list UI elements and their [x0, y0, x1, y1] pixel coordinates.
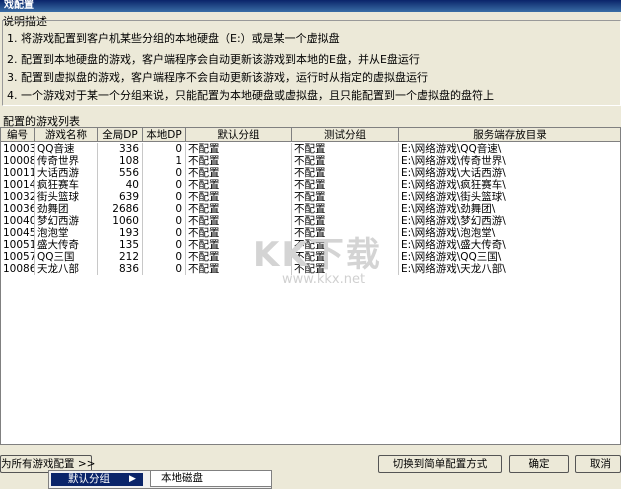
cell-global-dp: 2686: [98, 203, 143, 215]
cell-server-dir: E:\网络游戏\泡泡堂\: [399, 227, 620, 239]
table-row[interactable]: 10040 梦幻西游 1060 0 不配置 不配置 E:\网络游戏\梦幻西游\: [1, 215, 620, 227]
cell-local-dp: 0: [143, 239, 186, 251]
table-row[interactable]: 10008 传奇世界 108 1 不配置 不配置 E:\网络游戏\传奇世界\: [1, 155, 620, 167]
cell-id: 10051: [3, 239, 35, 251]
cell-global-dp: 108: [98, 155, 143, 167]
cell-server-dir: E:\网络游戏\大话西游\: [399, 167, 620, 179]
cell-local-dp: 0: [143, 227, 186, 239]
cell-server-dir: E:\网络游戏\梦幻西游\: [399, 215, 620, 227]
column-header-local-dp[interactable]: 本地DP: [143, 128, 186, 142]
description-line-1: 1. 将游戏配置到客户机某些分组的本地硬盘（E:）或是某一个虚拟盘: [7, 32, 340, 45]
cell-test-group[interactable]: 不配置: [292, 179, 399, 191]
cell-local-dp: 0: [143, 143, 186, 155]
cell-game-name: 传奇世界: [35, 155, 98, 167]
cell-local-dp: 1: [143, 155, 186, 167]
cell-global-dp: 556: [98, 167, 143, 179]
column-header-id[interactable]: 编号: [1, 128, 35, 142]
cell-server-dir: E:\网络游戏\劲舞团\: [399, 203, 620, 215]
table-row[interactable]: 10032 街头篮球 639 0 不配置 不配置 E:\网络游戏\街头篮球\: [1, 191, 620, 203]
column-header-server-dir[interactable]: 服务端存放目录: [399, 128, 620, 142]
cell-id: 10011: [3, 167, 35, 179]
description-line-4: 4. 一个游戏对于某一个分组来说，只能配置为本地硬盘或虚拟盘，且只能配置到一个虚…: [7, 89, 494, 102]
cell-test-group[interactable]: 不配置: [292, 203, 399, 215]
cell-id: 10086: [3, 263, 35, 275]
cell-test-group[interactable]: 不配置: [292, 215, 399, 227]
cell-id: 10014: [3, 179, 35, 191]
cell-game-name: 梦幻西游: [35, 215, 98, 227]
cell-local-dp: 0: [143, 251, 186, 263]
cell-game-name: 街头篮球: [35, 191, 98, 203]
cell-local-dp: 0: [143, 191, 186, 203]
cell-global-dp: 40: [98, 179, 143, 191]
cell-global-dp: 212: [98, 251, 143, 263]
cell-game-name: QQ音速: [35, 143, 98, 155]
cell-global-dp: 836: [98, 263, 143, 275]
column-header-game-name[interactable]: 游戏名称: [35, 128, 98, 142]
watermark-logo: KK下载: [253, 235, 382, 275]
cell-server-dir: E:\网络游戏\天龙八部\: [399, 263, 620, 275]
table-header: 编号 游戏名称 全局DP 本地DP 默认分组 测试分组 服务端存放目录: [1, 128, 620, 142]
column-header-test-group[interactable]: 测试分组: [292, 128, 399, 142]
submenu-item-local-disk[interactable]: 本地磁盘: [150, 470, 272, 487]
cell-game-name: QQ三国: [35, 251, 98, 263]
cell-id: 10008: [3, 155, 35, 167]
cell-test-group[interactable]: 不配置: [292, 155, 399, 167]
cell-local-dp: 0: [143, 179, 186, 191]
cell-local-dp: 0: [143, 215, 186, 227]
cell-game-name: 大话西游: [35, 167, 98, 179]
cell-local-dp: 0: [143, 203, 186, 215]
cell-game-name: 劲舞团: [35, 203, 98, 215]
cell-local-dp: 0: [143, 263, 186, 275]
cell-default-group[interactable]: 不配置: [186, 143, 292, 155]
cell-test-group[interactable]: 不配置: [292, 143, 399, 155]
cell-default-group[interactable]: 不配置: [186, 215, 292, 227]
description-box: 1. 将游戏配置到客户机某些分组的本地硬盘（E:）或是某一个虚拟盘 2. 配置到…: [2, 20, 621, 106]
ok-button[interactable]: 确定: [509, 455, 569, 473]
description-line-2: 2. 配置到本地硬盘的游戏，客户端程序会自动更新该游戏到本地的E盘，并从E盘运行: [7, 53, 420, 66]
cell-server-dir: E:\网络游戏\盛大传奇\: [399, 239, 620, 251]
cell-game-name: 盛大传奇: [35, 239, 98, 251]
cell-local-dp: 0: [143, 167, 186, 179]
cell-test-group[interactable]: 不配置: [292, 191, 399, 203]
cell-game-name: 天龙八部: [35, 263, 98, 275]
description-line-3: 3. 配置到虚拟盘的游戏，客户端程序不会自动更新该游戏，运行时从指定的虚拟盘运行: [7, 71, 428, 84]
cell-server-dir: E:\网络游戏\QQ音速\: [399, 143, 620, 155]
cell-default-group[interactable]: 不配置: [186, 155, 292, 167]
switch-to-simple-config-button[interactable]: 切换到简单配置方式: [378, 455, 502, 473]
cell-server-dir: E:\网络游戏\QQ三国\: [399, 251, 620, 263]
cell-server-dir: E:\网络游戏\传奇世界\: [399, 155, 620, 167]
cell-id: 10003: [3, 143, 35, 155]
watermark-url: www.kkx.net: [282, 272, 366, 287]
cell-global-dp: 639: [98, 191, 143, 203]
table-row[interactable]: 10036 劲舞团 2686 0 不配置 不配置 E:\网络游戏\劲舞团\: [1, 203, 620, 215]
cell-server-dir: E:\网络游戏\疯狂赛车\: [399, 179, 620, 191]
table-row[interactable]: 10003 QQ音速 336 0 不配置 不配置 E:\网络游戏\QQ音速\: [1, 143, 620, 155]
cell-global-dp: 193: [98, 227, 143, 239]
table-row[interactable]: 10011 大话西游 556 0 不配置 不配置 E:\网络游戏\大话西游\: [1, 167, 620, 179]
cell-id: 10040: [3, 215, 35, 227]
cell-default-group[interactable]: 不配置: [186, 191, 292, 203]
cell-global-dp: 1060: [98, 215, 143, 227]
cell-server-dir: E:\网络游戏\街头篮球\: [399, 191, 620, 203]
cell-test-group[interactable]: 不配置: [292, 167, 399, 179]
cell-id: 10032: [3, 191, 35, 203]
cell-default-group[interactable]: 不配置: [186, 167, 292, 179]
menu-item-label: 默认分组: [68, 473, 110, 485]
cell-global-dp: 135: [98, 239, 143, 251]
cell-id: 10057: [3, 251, 35, 263]
table-row[interactable]: 10014 疯狂赛车 40 0 不配置 不配置 E:\网络游戏\疯狂赛车\: [1, 179, 620, 191]
cell-id: 10045: [3, 227, 35, 239]
cancel-button[interactable]: 取消: [575, 455, 621, 473]
cell-default-group[interactable]: 不配置: [186, 203, 292, 215]
cell-id: 10036: [3, 203, 35, 215]
window-title: 戏配置: [0, 0, 621, 12]
cell-default-group[interactable]: 不配置: [186, 179, 292, 191]
cell-game-name: 泡泡堂: [35, 227, 98, 239]
submenu-arrow-icon: ▶: [129, 474, 136, 484]
column-header-global-dp[interactable]: 全局DP: [98, 128, 143, 142]
column-header-default-group[interactable]: 默认分组: [186, 128, 292, 142]
menu-item-default-group[interactable]: 默认分组 ▶: [51, 473, 143, 486]
cell-global-dp: 336: [98, 143, 143, 155]
cell-game-name: 疯狂赛车: [35, 179, 98, 191]
